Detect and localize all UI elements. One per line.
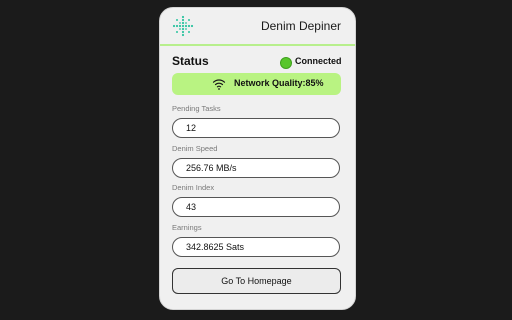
header: Denim Depiner <box>160 8 355 46</box>
go-to-homepage-button[interactable]: Go To Homepage <box>172 268 341 294</box>
denim-speed-label: Denim Speed <box>172 144 218 153</box>
wifi-icon <box>212 79 226 90</box>
status-dot-icon <box>280 57 292 69</box>
earnings-value: 342.8625 Sats <box>186 242 245 252</box>
denim-index-value: 43 <box>186 202 197 212</box>
denim-speed-value: 256.76 MB/s <box>186 163 237 173</box>
app-title: Denim Depiner <box>260 19 341 33</box>
pending-tasks-field: 12 <box>172 118 340 138</box>
network-quality-text: Network Quality:85% <box>234 78 324 88</box>
network-quality-bar: Network Quality:85% <box>172 73 341 95</box>
popup-card: Denim Depiner Status Connected Network Q… <box>159 7 356 310</box>
denim-index-field: 43 <box>172 197 340 217</box>
connection-status: Connected <box>295 56 342 66</box>
earnings-label: Earnings <box>172 223 202 232</box>
pending-tasks-value: 12 <box>186 123 197 133</box>
pending-tasks-label: Pending Tasks <box>172 104 221 113</box>
earnings-field: 342.8625 Sats <box>172 237 340 257</box>
denim-speed-field: 256.76 MB/s <box>172 158 340 178</box>
denim-index-label: Denim Index <box>172 183 215 192</box>
status-label: Status <box>172 54 209 68</box>
dotted-cross-logo-icon <box>172 15 194 37</box>
